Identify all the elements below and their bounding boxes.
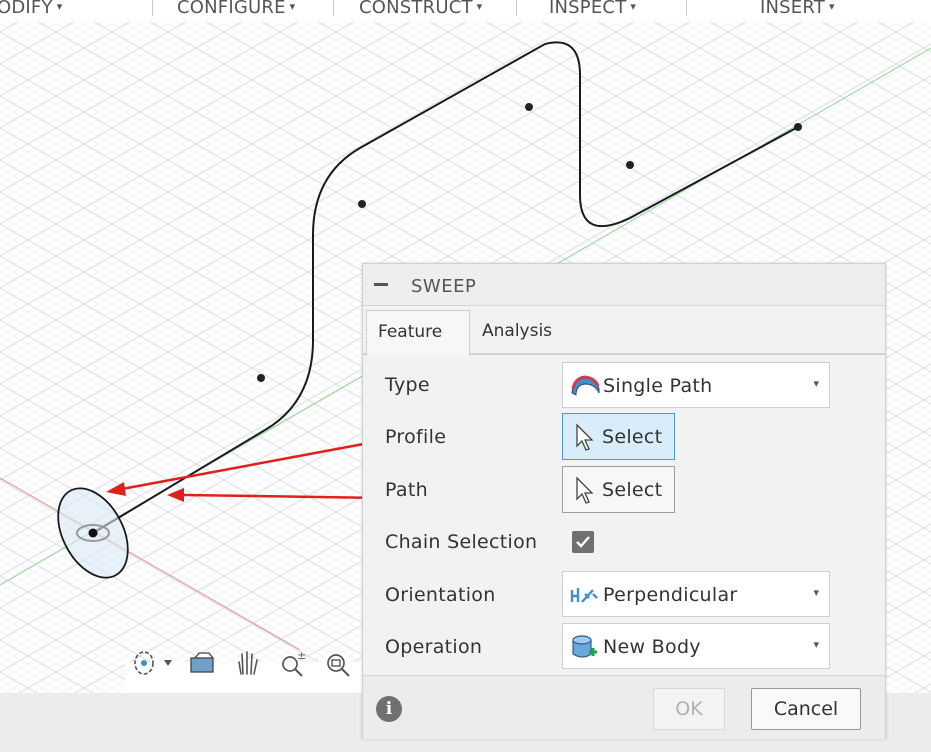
dialog-footer: i OK Cancel — [363, 675, 885, 739]
type-label: Type — [385, 374, 430, 396]
sketch-point — [525, 103, 533, 111]
menu-construct[interactable]: CONSTRUCT ▾ — [359, 0, 482, 19]
sketch-point — [358, 200, 366, 208]
zoom-icon[interactable]: ± — [278, 649, 308, 693]
type-dropdown[interactable]: Single Path ▾ — [562, 362, 830, 408]
chevron-down-icon: ▾ — [828, 0, 835, 13]
chain-selection-label: Chain Selection — [385, 531, 538, 553]
profile-center-point — [88, 528, 98, 538]
cursor-arrow-icon — [573, 422, 597, 452]
path-select-button[interactable]: Select — [562, 466, 675, 513]
chain-selection-checkbox[interactable] — [572, 531, 594, 553]
menu-inspect[interactable]: INSPECT ▾ — [549, 0, 636, 19]
path-label: Path — [385, 479, 428, 501]
menu-insert[interactable]: INSERT ▾ — [760, 0, 835, 19]
menu-separator — [333, 0, 334, 16]
chevron-down-icon: ▾ — [56, 0, 63, 13]
single-path-icon — [569, 373, 601, 399]
perpendicular-icon — [569, 582, 601, 608]
navigation-bar: ± — [125, 649, 365, 693]
menu-separator — [152, 0, 153, 16]
operation-dropdown[interactable]: New Body ▾ — [562, 623, 830, 669]
menu-separator — [686, 0, 687, 16]
menu-configure[interactable]: CONFIGURE ▾ — [177, 0, 295, 19]
chevron-down-icon: ▾ — [289, 0, 296, 13]
orbit-icon[interactable] — [129, 651, 159, 693]
sweep-dialog: SWEEP Feature Analysis Type Single Path … — [362, 263, 886, 739]
orientation-label: Orientation — [385, 584, 496, 606]
new-body-icon — [569, 634, 601, 660]
chevron-down-icon: ▾ — [813, 638, 819, 651]
menu-modify[interactable]: ODIFY ▾ — [0, 0, 62, 19]
chevron-down-icon: ▾ — [813, 586, 819, 599]
cancel-button[interactable]: Cancel — [751, 688, 861, 730]
dialog-header: SWEEP — [363, 264, 885, 306]
svg-text:±: ± — [297, 649, 306, 662]
check-icon — [576, 536, 590, 548]
toolbar: ODIFY ▾ CONFIGURE ▾ CONSTRUCT ▾ INSPECT ▾ IN… — [0, 0, 931, 22]
chevron-down-icon: ▾ — [476, 0, 483, 13]
menu-separator — [516, 0, 517, 16]
pan-icon[interactable] — [232, 651, 262, 693]
operation-label: Operation — [385, 636, 483, 658]
cursor-arrow-icon — [573, 475, 597, 505]
info-icon[interactable]: i — [376, 696, 402, 722]
profile-label: Profile — [385, 426, 447, 448]
tab-analysis[interactable]: Analysis — [471, 310, 563, 356]
type-value: Single Path — [603, 375, 713, 397]
chevron-down-icon: ▾ — [813, 377, 819, 390]
orientation-dropdown[interactable]: Perpendicular ▾ — [562, 571, 830, 617]
collapse-icon[interactable] — [374, 283, 388, 286]
dialog-title: SWEEP — [411, 276, 477, 297]
ok-button[interactable]: OK — [653, 688, 725, 730]
fit-icon[interactable] — [323, 654, 353, 693]
chevron-down-icon: ▾ — [630, 0, 637, 13]
profile-select-button[interactable]: Select — [562, 413, 675, 460]
tab-feature[interactable]: Feature — [366, 310, 470, 356]
sketch-point — [257, 374, 265, 382]
sketch-point — [626, 161, 634, 169]
operation-value: New Body — [603, 636, 701, 658]
dialog-tabs: Feature Analysis — [363, 307, 885, 356]
look-at-icon[interactable] — [187, 652, 217, 693]
orientation-value: Perpendicular — [603, 584, 738, 606]
sketch-point — [794, 123, 802, 131]
chevron-down-icon[interactable] — [161, 660, 175, 693]
